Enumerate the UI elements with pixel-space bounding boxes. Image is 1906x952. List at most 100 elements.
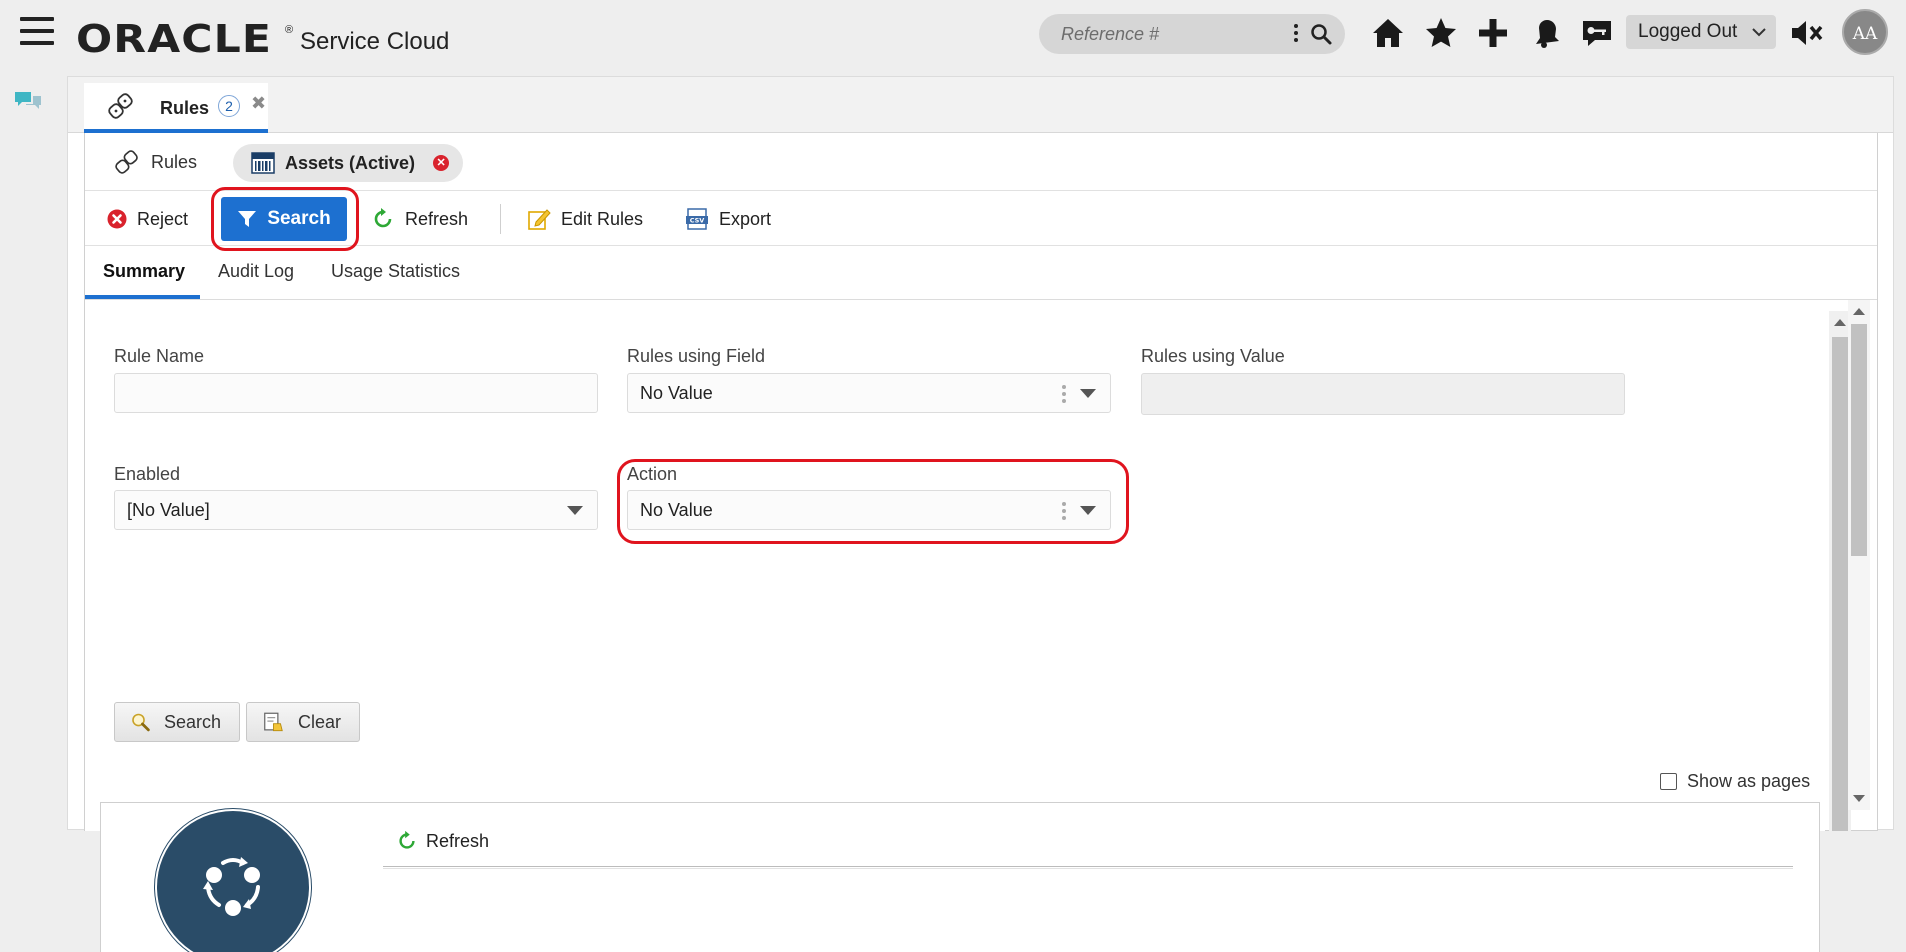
subtab-rules-label: Rules — [151, 151, 198, 172]
tab-rules[interactable]: Rules 2 ✖ — [84, 83, 268, 133]
active-tab-indicator — [85, 295, 200, 299]
enabled-dropdown[interactable]: [No Value] — [114, 490, 598, 530]
options-icon[interactable] — [1062, 502, 1066, 523]
main-panel: Rules 2 ✖ Rules Assets (Active) ✕ Reject… — [67, 76, 1894, 952]
reject-icon — [107, 209, 127, 229]
reject-label: Reject — [137, 208, 189, 229]
rules-icon — [115, 150, 138, 174]
form-search-button[interactable]: Search — [114, 702, 240, 742]
filter-icon — [238, 211, 257, 227]
clear-form-icon — [264, 712, 283, 732]
sync-circle-icon — [203, 857, 260, 916]
star-icon[interactable] — [1422, 14, 1460, 52]
subtab-assets-active[interactable]: Assets (Active) ✕ — [233, 144, 464, 182]
export-label: Export — [719, 208, 772, 229]
scroll-up-icon[interactable] — [1853, 308, 1865, 315]
reject-button[interactable]: Reject — [107, 203, 188, 235]
results-panel: Refresh — [100, 802, 1820, 952]
caret-down-icon — [1080, 389, 1096, 398]
rules-icon — [108, 93, 133, 119]
brand-name: ORACLE — [76, 17, 273, 61]
show-as-pages-option: Show as pages — [1660, 771, 1810, 792]
chat-key-icon[interactable] — [1578, 14, 1616, 52]
mute-icon[interactable] — [1788, 14, 1826, 52]
toolbar-divider — [500, 204, 501, 234]
rules-workspace: Rules Assets (Active) ✕ Reject Search Re… — [84, 133, 1878, 952]
chat-bubbles-icon[interactable] — [14, 90, 42, 112]
show-as-pages-checkbox[interactable] — [1660, 773, 1677, 790]
detail-tabs: Summary Audit Log Usage Statistics — [85, 246, 1877, 300]
home-icon[interactable] — [1369, 14, 1407, 52]
edit-rules-button[interactable]: Edit Rules — [527, 203, 643, 235]
tab-usage-statistics[interactable]: Usage Statistics — [331, 261, 460, 282]
clear-label: Clear — [297, 711, 341, 732]
rules-using-field-value: No Value — [640, 383, 713, 403]
svg-text:CSV: CSV — [690, 217, 705, 225]
action-label: Action — [627, 464, 678, 484]
menu-icon[interactable] — [20, 17, 54, 47]
refresh-icon — [374, 208, 392, 228]
subtab-assets-label: Assets (Active) — [285, 152, 416, 173]
tab-summary[interactable]: Summary — [103, 261, 185, 282]
rules-using-value-label: Rules using Value — [1141, 346, 1285, 366]
search-button[interactable]: Search — [221, 197, 347, 241]
search-form: Rule Name Rules using Field No Value Rul… — [85, 301, 1825, 952]
options-icon[interactable] — [1062, 385, 1066, 406]
csv-export-icon: CSV — [686, 208, 708, 230]
rules-using-field-dropdown[interactable]: No Value — [627, 373, 1111, 413]
magnifier-icon — [132, 713, 150, 732]
rules-using-value-input — [1141, 373, 1625, 415]
tab-rules-label: Rules — [160, 98, 210, 118]
caret-down-icon — [567, 506, 583, 515]
tab-audit-log[interactable]: Audit Log — [218, 261, 294, 282]
rule-name-input[interactable] — [114, 373, 598, 413]
results-divider — [383, 866, 1793, 869]
edit-icon — [528, 209, 551, 230]
action-dropdown[interactable]: No Value — [627, 490, 1111, 530]
action-value: No Value — [640, 500, 713, 520]
page-scrollbar-thumb[interactable] — [1851, 324, 1867, 556]
sub-tab-bar: Rules Assets (Active) ✕ — [85, 133, 1877, 191]
close-subtab-icon[interactable]: ✕ — [433, 155, 450, 171]
form-search-label: Search — [163, 711, 221, 732]
scroll-up-icon[interactable] — [1834, 319, 1846, 326]
search-button-label: Search — [267, 208, 331, 229]
scroll-down-icon[interactable] — [1853, 795, 1865, 802]
caret-down-icon — [1080, 506, 1096, 515]
results-refresh-label: Refresh — [426, 830, 490, 851]
reference-options-icon[interactable] — [1293, 24, 1299, 46]
edit-rules-label: Edit Rules — [561, 208, 644, 229]
avatar[interactable]: AA — [1842, 9, 1888, 55]
tab-count-badge: 2 — [218, 95, 240, 117]
notifications-icon[interactable] — [1527, 14, 1565, 52]
plus-icon[interactable] — [1474, 14, 1512, 52]
toolbar: Reject Search Refresh Edit Rules CSV Exp… — [85, 187, 1877, 251]
oracle-logo: ORACLE ® — [76, 14, 293, 58]
chevron-down-icon — [1752, 28, 1766, 37]
workspace-tab-strip: Rules 2 ✖ — [68, 77, 1893, 133]
status-label: Logged Out — [1638, 21, 1738, 42]
close-tab-icon[interactable]: ✖ — [251, 93, 266, 114]
brand-registered-mark: ® — [285, 24, 294, 36]
clear-button[interactable]: Clear — [246, 702, 360, 742]
reference-input[interactable] — [1059, 22, 1289, 46]
enabled-value: [No Value] — [127, 500, 210, 520]
subtab-rules[interactable]: Rules — [115, 150, 197, 174]
reference-search — [1039, 14, 1345, 54]
page-scrollbar[interactable] — [1848, 300, 1870, 810]
product-name: Service Cloud — [300, 28, 450, 55]
scrollbar-thumb[interactable] — [1832, 337, 1848, 831]
export-button[interactable]: CSV Export — [685, 203, 771, 235]
barcode-icon — [251, 152, 275, 174]
top-bar: ORACLE ® Service Cloud Logged Out — [0, 0, 1906, 66]
results-refresh-button[interactable]: Refresh — [396, 830, 489, 852]
enabled-label: Enabled — [114, 464, 181, 484]
search-icon[interactable] — [1309, 22, 1333, 46]
refresh-label: Refresh — [405, 208, 469, 229]
rule-name-label: Rule Name — [114, 346, 205, 366]
refresh-button[interactable]: Refresh — [371, 203, 468, 235]
status-dropdown[interactable]: Logged Out — [1626, 15, 1776, 49]
refresh-icon — [399, 830, 415, 849]
loading-spinner-icon — [157, 811, 309, 952]
rules-using-field-label: Rules using Field — [627, 346, 766, 366]
